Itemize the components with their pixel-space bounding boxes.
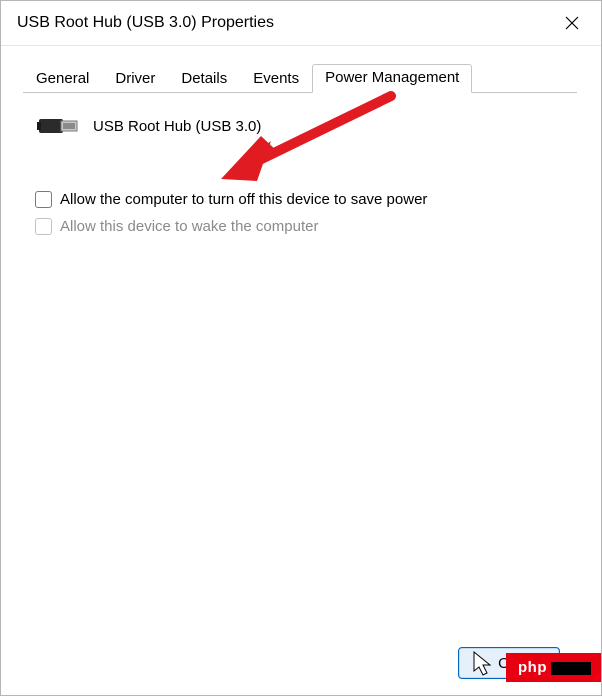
- tab-label: Events: [253, 70, 299, 87]
- tab-general[interactable]: General: [23, 65, 102, 93]
- tab-power-management[interactable]: Power Management: [312, 64, 472, 93]
- tab-driver[interactable]: Driver: [102, 65, 168, 93]
- usb-connector-icon: [37, 109, 85, 143]
- watermark-text: php: [518, 659, 547, 676]
- device-name: USB Root Hub (USB 3.0): [93, 118, 261, 135]
- checkbox-label: Allow this device to wake the computer: [60, 218, 318, 235]
- checkbox-label: Allow the computer to turn off this devi…: [60, 191, 427, 208]
- device-header: USB Root Hub (USB 3.0): [37, 109, 577, 143]
- tab-label: Power Management: [325, 69, 459, 86]
- checkbox-icon: [35, 218, 52, 235]
- window-title: USB Root Hub (USB 3.0) Properties: [17, 14, 274, 32]
- tab-label: Details: [181, 70, 227, 87]
- tab-events[interactable]: Events: [240, 65, 312, 93]
- watermark-badge: php: [506, 653, 601, 682]
- titlebar: USB Root Hub (USB 3.0) Properties: [1, 1, 601, 46]
- tab-panel-power-management: USB Root Hub (USB 3.0) Allow the compute…: [23, 91, 577, 631]
- watermark-block-icon: [551, 662, 591, 675]
- tab-details[interactable]: Details: [168, 65, 240, 93]
- tab-label: Driver: [115, 70, 155, 87]
- properties-dialog: USB Root Hub (USB 3.0) Properties Genera…: [0, 0, 602, 696]
- checkbox-allow-wake: Allow this device to wake the computer: [35, 218, 577, 235]
- checkbox-icon: [35, 191, 52, 208]
- tab-label: General: [36, 70, 89, 87]
- close-icon: [565, 16, 579, 30]
- close-button[interactable]: [543, 1, 601, 45]
- tab-strip: General Driver Details Events Power Mana…: [23, 60, 577, 93]
- checkbox-allow-turn-off[interactable]: Allow the computer to turn off this devi…: [35, 191, 577, 208]
